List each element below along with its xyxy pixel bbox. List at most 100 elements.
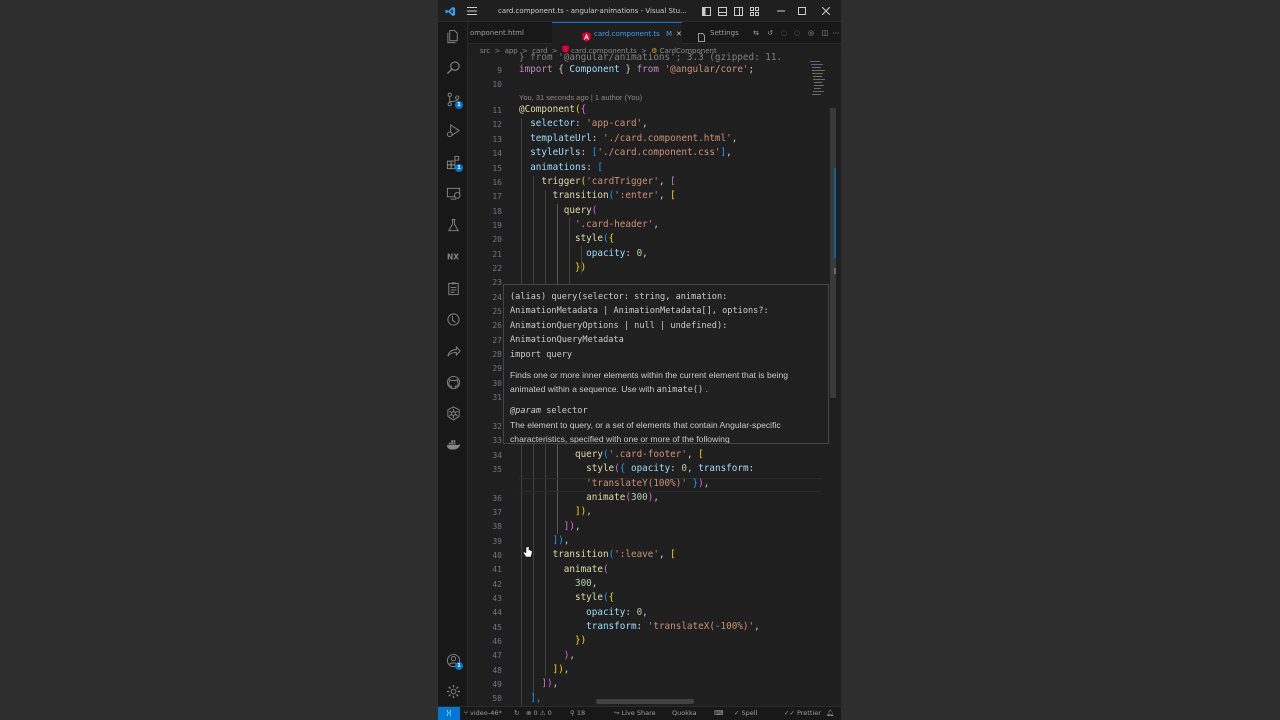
hover-param: @param selector <box>510 405 588 416</box>
breadcrumb-src[interactable]: src <box>480 47 490 55</box>
toggle-panel-icon[interactable] <box>716 0 728 22</box>
line-number: 29 <box>492 364 502 373</box>
docker-icon[interactable] <box>443 434 463 454</box>
notifications-bell-icon[interactable]: 🔔︎ <box>826 707 834 720</box>
problems-indicator[interactable]: ⊗ 0 ⚠ 0 <box>526 707 552 720</box>
vscode-logo-icon <box>442 0 458 22</box>
settings-gear-icon[interactable] <box>443 681 463 701</box>
vertical-scrollbar[interactable] <box>830 108 836 698</box>
open-changes-icon[interactable]: ◎ <box>805 22 817 44</box>
code-line: selector: 'app-card', <box>530 118 648 129</box>
vscode-window: card.component.ts - angular-animations -… <box>438 0 841 720</box>
clipboard-icon[interactable] <box>443 278 463 298</box>
code-line: animations: [ <box>530 162 603 173</box>
more-actions-icon[interactable]: ⋯ <box>831 22 841 44</box>
prettier-status[interactable]: ✓✓ Prettier <box>784 707 821 720</box>
minimize-icon[interactable] <box>772 0 790 22</box>
code-line: ], <box>530 693 542 704</box>
remote-indicator-icon[interactable]: ⟩⟨ <box>438 707 460 720</box>
horizontal-scrollbar[interactable] <box>596 699 694 704</box>
extensions-icon[interactable]: 1 <box>443 152 463 172</box>
line-number: 50 <box>492 694 502 703</box>
sync-icon[interactable]: ↻ <box>514 707 519 720</box>
line-number: 40 <box>492 551 502 560</box>
git-branch[interactable]: ⑂ video-46* <box>464 707 502 720</box>
testing-icon[interactable] <box>443 215 463 235</box>
github-icon[interactable] <box>443 372 463 392</box>
go-back-icon[interactable]: ○ <box>778 22 790 44</box>
code-editor[interactable]: } from '@angular/animations'; 3.3 (gzipp… <box>468 52 841 706</box>
minimap[interactable] <box>810 60 826 100</box>
revert-icon[interactable]: ↺ <box>764 22 776 44</box>
line-number: 31 <box>492 393 502 402</box>
line-number: 43 <box>492 594 502 603</box>
code-line: }) <box>574 262 587 273</box>
line-number: 32 <box>492 422 502 431</box>
code-line: opacity: 0, <box>586 248 648 259</box>
title-bar: card.component.ts - angular-animations -… <box>438 0 841 22</box>
explorer-icon[interactable] <box>443 26 463 46</box>
go-forward-icon[interactable]: ○ <box>791 22 803 44</box>
account-icon[interactable]: 1 <box>443 650 463 670</box>
search-icon[interactable] <box>443 57 463 77</box>
remote-explorer-icon[interactable] <box>443 183 463 203</box>
tab-card-component-ts[interactable]: card.component.ts M ✕ <box>552 22 682 44</box>
code-line: style({ <box>574 233 615 244</box>
line-number: 11 <box>492 106 502 115</box>
line-number: 12 <box>492 120 502 129</box>
tab-close-icon[interactable]: ✕ <box>676 23 682 45</box>
git-blame-annotation[interactable]: You, 31 seconds ago | 1 author (You) <box>519 93 642 102</box>
code-line: ]), <box>552 664 570 675</box>
code-line: transform: 'translateX(-100%)', <box>586 621 760 632</box>
ports-indicator[interactable]: ⚲ 18 <box>570 707 585 720</box>
line-number: 19 <box>492 221 502 230</box>
line-number: 28 <box>492 350 502 359</box>
branch-name: video-46* <box>469 709 502 717</box>
toggle-primary-sidebar-icon[interactable] <box>700 0 712 22</box>
line-number: 47 <box>492 651 502 660</box>
line-number: 34 <box>492 451 502 460</box>
hover-param-description: The element to query, or a set of elemen… <box>510 419 781 444</box>
live-share-status[interactable]: ↪ Live Share <box>614 707 656 720</box>
line-number: 10 <box>492 80 502 89</box>
line-number: 45 <box>492 623 502 632</box>
spell-status[interactable]: ✓ Spell <box>734 707 757 720</box>
code-line: ]), <box>541 678 559 689</box>
nx-icon[interactable]: NX <box>443 246 463 266</box>
code-line: styleUrls: ['./card.component.css'], <box>530 147 732 158</box>
split-editor-icon[interactable]: ◫ <box>819 22 831 44</box>
line-number: 18 <box>492 207 502 216</box>
hover-tooltip[interactable]: (alias) query(selector: string, animatio… <box>503 284 829 444</box>
maximize-icon[interactable] <box>793 0 811 22</box>
menu-icon[interactable] <box>464 0 480 22</box>
breadcrumb-app[interactable]: app <box>505 47 518 55</box>
line-number: 38 <box>492 522 502 531</box>
code-line: style({ <box>574 592 615 603</box>
line-number: 49 <box>492 680 502 689</box>
kubernetes-icon[interactable] <box>443 403 463 423</box>
spell-label: Spell <box>741 709 758 717</box>
toggle-secondary-sidebar-icon[interactable] <box>732 0 744 22</box>
compare-changes-icon[interactable]: ⇆ <box>750 22 762 44</box>
close-icon[interactable] <box>817 0 835 22</box>
line-number: 20 <box>492 235 502 244</box>
tab-card-component-html[interactable]: omponent.html <box>468 22 550 44</box>
timeline-icon[interactable] <box>443 309 463 329</box>
line-number: 13 <box>492 135 502 144</box>
line-number: 35 <box>492 465 502 474</box>
hover-description: Finds one or more inner elements within … <box>510 370 789 396</box>
window-title: card.component.ts - angular-animations -… <box>498 7 687 15</box>
ports-count: 18 <box>576 709 586 717</box>
customize-layout-icon[interactable] <box>748 0 760 22</box>
line-number: 46 <box>492 637 502 646</box>
live-share-icon[interactable] <box>443 341 463 361</box>
line-number: 9 <box>497 66 502 75</box>
quokka-status[interactable]: Quokka <box>672 707 697 720</box>
keyboard-icon[interactable]: ⌨ <box>714 707 723 720</box>
code-line: animate(300), <box>586 492 659 503</box>
run-debug-icon[interactable] <box>443 120 463 140</box>
tab-settings[interactable]: Settings <box>698 22 754 44</box>
code-line: 'translateY(100%)' }), <box>586 478 710 489</box>
code-line: trigger('cardTrigger', [ <box>541 176 676 187</box>
source-control-icon[interactable]: 1 <box>443 89 463 109</box>
